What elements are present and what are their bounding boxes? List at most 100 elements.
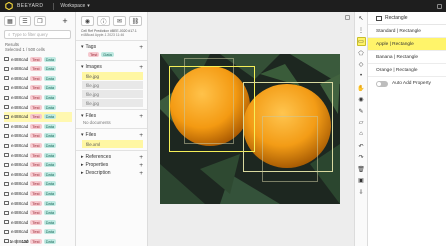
- cell-row[interactable]: e488cad Test Data: [4, 131, 75, 141]
- annotated-photo[interactable]: [160, 54, 340, 204]
- section-files[interactable]: ▾ Files +: [76, 131, 147, 139]
- tag-badge: Data: [43, 162, 57, 168]
- label-option[interactable]: Apple | Rectangle: [368, 38, 446, 51]
- label-class-panel: Rectangle Standard | Rectangle Apple | Re…: [368, 12, 446, 246]
- cell-row[interactable]: e488cad Test Data: [4, 74, 75, 84]
- bounding-box[interactable]: [262, 116, 318, 182]
- cell-row[interactable]: e488cad Test Data: [4, 208, 75, 218]
- add-file-button[interactable]: +: [139, 132, 143, 139]
- hand-icon[interactable]: ✋: [357, 84, 366, 93]
- image-file-item[interactable]: file.jpg: [82, 72, 143, 81]
- cell-meta: Cell Ref Prediction #BEE-0020 #17.1 e488…: [76, 28, 147, 38]
- polygon-icon[interactable]: ⬠: [357, 49, 366, 58]
- add-image-button[interactable]: +: [139, 64, 143, 71]
- tag-icon[interactable]: ◇: [357, 60, 366, 69]
- cell-row[interactable]: e488cad Test Data: [4, 170, 75, 180]
- cells-view-button[interactable]: ▦: [4, 16, 16, 26]
- cell-row[interactable]: e488cad Test Data: [4, 93, 75, 103]
- left-toolbar: ▦ ☰ ❐ +: [0, 12, 75, 28]
- no-results-text: No documents: [83, 120, 111, 126]
- comment-button[interactable]: ✉: [113, 16, 126, 26]
- cell-name: e488cad: [11, 219, 29, 225]
- image-file-item[interactable]: file.jpg: [82, 90, 143, 99]
- tag-badge: Data: [43, 181, 57, 187]
- cell-row[interactable]: e488cad Test Data: [4, 141, 75, 151]
- info-button[interactable]: ⓘ: [97, 16, 110, 26]
- cell-name: e488cad: [11, 85, 29, 91]
- eraser-icon[interactable]: ▱: [357, 118, 366, 127]
- add-cell-button[interactable]: +: [59, 16, 71, 26]
- section-images[interactable]: ▾ Images +: [76, 63, 147, 71]
- tag-badge[interactable]: Test: [88, 52, 100, 58]
- image-file-item[interactable]: file.jpg: [82, 81, 143, 90]
- cell-row[interactable]: e488cad Test Data: [4, 179, 75, 189]
- add-description-button[interactable]: +: [139, 170, 143, 177]
- undo-icon[interactable]: ↶: [357, 142, 366, 151]
- cell-row[interactable]: e488cad Test Data: [4, 189, 75, 199]
- xml-file-item[interactable]: file.xml: [82, 140, 143, 149]
- cursor-icon[interactable]: ↖: [357, 14, 366, 23]
- label-option[interactable]: Standard | Rectangle: [368, 25, 446, 38]
- auto-add-property[interactable]: Auto Add Property: [368, 77, 446, 90]
- chevron-down-icon: ▾: [81, 64, 84, 71]
- add-file-button[interactable]: +: [139, 113, 143, 120]
- tag-badge: Data: [43, 210, 57, 216]
- add-reference-button[interactable]: +: [139, 154, 143, 161]
- image-canvas[interactable]: [148, 12, 354, 246]
- brush-icon[interactable]: ✎: [357, 107, 366, 116]
- copy-button[interactable]: ❐: [34, 16, 46, 26]
- add-property-button[interactable]: +: [139, 162, 143, 169]
- workspace-selector[interactable]: Workspace ▾: [60, 3, 89, 9]
- page-number[interactable]: 1: [10, 239, 13, 244]
- preview-button[interactable]: ◉: [81, 16, 94, 26]
- label-header[interactable]: Rectangle: [368, 12, 446, 25]
- label-option[interactable]: Orange | Rectangle: [368, 64, 446, 77]
- tag-badge[interactable]: Data: [101, 52, 114, 58]
- cell-row[interactable]: e488cad Test Data: [4, 198, 75, 208]
- cell-row[interactable]: e488cad Test Data: [4, 218, 75, 228]
- dots-icon[interactable]: ⋮: [357, 26, 366, 35]
- cell-row[interactable]: e488cad Test Data: [4, 227, 75, 237]
- redo-icon[interactable]: ↷: [357, 153, 366, 162]
- section-references[interactable]: ▸ References +: [76, 153, 147, 161]
- cell-row[interactable]: e488cad Test Data: [4, 111, 72, 122]
- expand-icon[interactable]: [345, 15, 350, 20]
- cell-row[interactable]: e488cad Test Data: [4, 122, 75, 132]
- section-title: Description: [85, 170, 111, 177]
- section-description[interactable]: ▸ Description +: [76, 169, 147, 177]
- home-icon[interactable]: ⌂: [357, 130, 366, 139]
- cell-row[interactable]: e488cad Test Data: [4, 64, 75, 74]
- link-button[interactable]: ⛓: [129, 16, 142, 26]
- trash-icon[interactable]: 🗑: [357, 165, 366, 174]
- comment-icon: ✉: [116, 18, 123, 25]
- add-tag-button[interactable]: +: [139, 44, 143, 51]
- cell-row[interactable]: e488cad Test Data: [4, 83, 75, 93]
- section-properties[interactable]: ▸ Properties +: [76, 161, 147, 169]
- prev-page-button[interactable]: ‹: [4, 239, 6, 244]
- cell-row[interactable]: e488cad Test Data: [4, 102, 75, 112]
- label-option[interactable]: Banana | Rectangle: [368, 51, 446, 64]
- auto-add-toggle[interactable]: [376, 80, 388, 87]
- cell-list: e488cad Test Data e488cad Test Data e488cad Tes…: [0, 53, 75, 246]
- point-icon[interactable]: •: [357, 72, 366, 81]
- cell-row[interactable]: e488cad Test Data: [4, 150, 75, 160]
- hexagon-logo-icon[interactable]: [4, 2, 14, 10]
- save-icon[interactable]: ▣: [357, 176, 366, 185]
- download-icon[interactable]: ⇩: [357, 188, 366, 197]
- cell-row[interactable]: e488cad Test Data: [4, 160, 75, 170]
- tag-badge: Test: [30, 238, 42, 244]
- list-view-button[interactable]: ☰: [19, 16, 31, 26]
- eye-icon[interactable]: ◉: [357, 95, 366, 104]
- image-file-item[interactable]: file.jpg: [82, 99, 143, 108]
- section-tags[interactable]: ▾ Tags +: [76, 43, 147, 51]
- rectangle-icon[interactable]: ▭: [356, 37, 366, 47]
- chevron-right-icon: ▸: [81, 162, 84, 169]
- search-input[interactable]: ⌕ Type to filter query: [4, 30, 71, 39]
- cell-name: e488cad: [11, 143, 29, 149]
- cell-row[interactable]: e488cad Test Data: [4, 54, 75, 64]
- tag-list: Test Data: [76, 51, 147, 58]
- image-icon: [4, 229, 9, 234]
- cell-name: e488cad: [11, 66, 29, 72]
- section-files-left[interactable]: ▾ Files +: [76, 112, 147, 120]
- square-icon[interactable]: [437, 3, 442, 9]
